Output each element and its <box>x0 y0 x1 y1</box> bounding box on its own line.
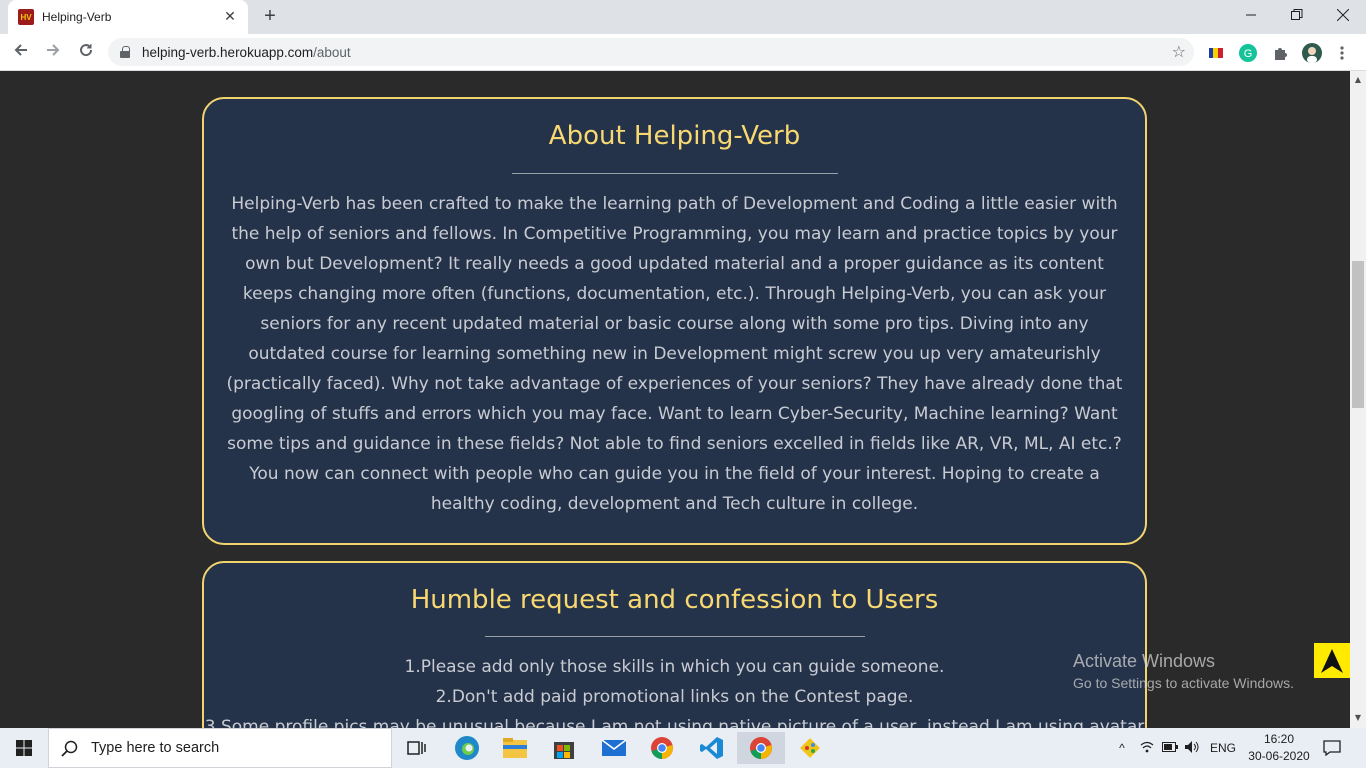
kebab-menu-icon <box>1340 46 1344 60</box>
notification-icon <box>1323 740 1341 756</box>
minimize-button[interactable] <box>1228 0 1274 30</box>
scrollbar-thumb[interactable] <box>1352 261 1364 408</box>
url-text: helping-verb.herokuapp.com/about <box>142 45 351 60</box>
search-icon <box>61 740 78 757</box>
chrome-icon <box>750 737 772 759</box>
git-diamond-icon <box>800 738 820 758</box>
git-taskbar-button[interactable] <box>786 732 834 764</box>
about-divider <box>511 173 838 174</box>
tab-title: Helping-Verb <box>42 10 112 24</box>
request-item: 1.Please add only those skills in which … <box>404 657 945 677</box>
avatar-icon <box>1302 43 1322 63</box>
grammarly-logo-icon: G <box>1239 44 1257 62</box>
watermark-line2: Go to Settings to activate Windows. <box>1073 675 1294 691</box>
browser-toolbar: helping-verb.herokuapp.com/about ☆ G <box>0 34 1366 71</box>
scroll-to-top-button[interactable] <box>1314 643 1350 678</box>
close-window-button[interactable] <box>1320 0 1366 30</box>
windows-taskbar: Type here to search ^ ENG 16:20 30-06-20… <box>0 728 1366 768</box>
activate-windows-watermark: Activate Windows Go to Settings to activ… <box>1073 651 1294 691</box>
flag-icon <box>1209 48 1223 58</box>
svg-text:G: G <box>1244 48 1253 60</box>
back-arrow-icon <box>14 44 27 56</box>
menu-button[interactable] <box>1332 43 1352 63</box>
clock-time: 16:20 <box>1263 732 1295 746</box>
file-explorer-taskbar-button[interactable] <box>491 732 539 764</box>
edge-taskbar-button[interactable] <box>443 732 491 764</box>
new-tab-button[interactable]: + <box>258 5 282 29</box>
reload-icon <box>80 44 93 57</box>
watermark-line1: Activate Windows <box>1073 651 1216 671</box>
system-clock[interactable]: 16:20 30-06-2020 <box>1244 731 1314 765</box>
windows-logo-icon <box>16 740 32 756</box>
grammarly-icon[interactable]: G <box>1238 43 1258 63</box>
bookmark-star-icon[interactable]: ☆ <box>1172 42 1186 61</box>
notifications-button[interactable] <box>1318 732 1346 764</box>
battery-shape-icon <box>1162 742 1178 752</box>
browser-tab[interactable]: HV Helping-Verb ✕ <box>8 0 248 34</box>
request-item: 3.Some profile pics may be unusual becau… <box>204 717 1145 728</box>
url-path: /about <box>313 44 351 60</box>
request-item: 2.Don't add paid promotional links on th… <box>435 687 914 707</box>
language-indicator[interactable]: ENG <box>1210 741 1236 755</box>
task-view-icon <box>407 741 426 755</box>
page-scrollbar[interactable]: ▲ ▼ <box>1350 71 1366 728</box>
close-icon <box>1337 9 1349 21</box>
about-body: Helping-Verb has been crafted to make th… <box>226 194 1123 514</box>
task-view-button[interactable] <box>393 732 441 764</box>
page-content: About Helping-Verb Helping-Verb has been… <box>0 71 1350 728</box>
request-title: Humble request and confession to Users <box>410 585 939 615</box>
edge-icon <box>455 736 479 760</box>
profile-avatar[interactable] <box>1302 43 1322 63</box>
clock-date: 30-06-2020 <box>1248 749 1310 763</box>
speaker-icon <box>1185 740 1199 753</box>
mail-icon <box>601 739 627 756</box>
request-divider <box>484 636 865 637</box>
volume-icon[interactable] <box>1184 740 1200 757</box>
network-icon[interactable] <box>1140 741 1154 756</box>
maximize-button[interactable] <box>1274 0 1320 30</box>
browser-tab-strip: HV Helping-Verb ✕ + <box>0 0 1366 34</box>
vscode-taskbar-button[interactable] <box>688 732 736 764</box>
scroll-down-icon[interactable]: ▼ <box>1353 713 1363 722</box>
forward-arrow-icon <box>47 44 60 56</box>
site-favicon: HV <box>18 9 34 25</box>
about-card: About Helping-Verb Helping-Verb has been… <box>202 97 1147 545</box>
scroll-up-icon[interactable]: ▲ <box>1353 75 1363 84</box>
back-button[interactable] <box>8 40 34 66</box>
chrome-icon <box>651 737 673 759</box>
folder-icon <box>503 738 527 758</box>
store-icon <box>554 742 574 759</box>
extensions-puzzle-icon[interactable] <box>1270 43 1290 63</box>
chevron-up-icon[interactable]: ^ <box>1114 741 1130 755</box>
extension-flag-icon[interactable] <box>1206 43 1226 63</box>
search-placeholder: Type here to search <box>91 740 220 756</box>
taskbar-search-box[interactable]: Type here to search <box>48 728 392 768</box>
store-taskbar-button[interactable] <box>540 732 588 764</box>
chrome-active-taskbar-button[interactable] <box>737 732 785 764</box>
minimize-icon <box>1246 14 1256 16</box>
address-bar[interactable]: helping-verb.herokuapp.com/about ☆ <box>108 38 1194 66</box>
tab-close-icon[interactable]: ✕ <box>222 9 238 25</box>
lock-icon <box>120 46 130 58</box>
request-card: Humble request and confession to Users 1… <box>202 561 1147 728</box>
restore-icon <box>1291 9 1303 20</box>
start-button[interactable] <box>0 728 48 768</box>
forward-button[interactable] <box>40 40 66 66</box>
vscode-icon <box>700 737 723 759</box>
battery-icon[interactable] <box>1162 741 1178 755</box>
navigation-arrow-icon <box>1321 648 1343 673</box>
about-title: About Helping-Verb <box>548 121 801 151</box>
url-host: helping-verb.herokuapp.com <box>142 44 314 60</box>
system-tray: ^ ENG <box>1114 728 1236 768</box>
reload-button[interactable] <box>73 40 99 66</box>
puzzle-icon <box>1275 48 1287 60</box>
chrome-taskbar-button[interactable] <box>638 732 686 764</box>
mail-taskbar-button[interactable] <box>590 732 638 764</box>
wifi-icon <box>1140 741 1154 752</box>
